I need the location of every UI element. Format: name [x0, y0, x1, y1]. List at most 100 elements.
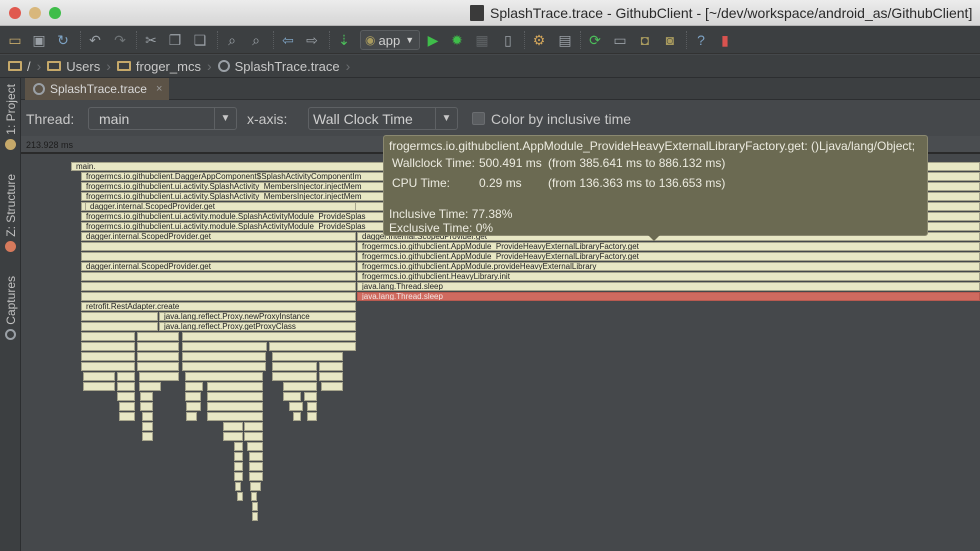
flame-frame[interactable]: frogermcs.io.githubclient.AppModule.prov… — [357, 262, 980, 271]
flame-frame[interactable] — [81, 342, 135, 351]
flame-frame[interactable] — [307, 402, 317, 411]
flame-frame[interactable] — [83, 382, 115, 391]
flame-frame[interactable] — [244, 432, 263, 441]
flame-frame[interactable] — [81, 332, 135, 341]
redo-icon[interactable]: ↷ — [110, 30, 130, 50]
make-project-icon[interactable]: ⇣ — [334, 30, 354, 50]
flame-frame[interactable] — [252, 512, 258, 521]
flame-frame[interactable]: java.lang.reflect.Proxy.newProxyInstance — [159, 312, 356, 321]
flame-frame[interactable]: dagger.internal.ScopedProvider.get — [85, 202, 356, 211]
flame-frame[interactable] — [81, 312, 158, 321]
flame-frame[interactable] — [244, 422, 263, 431]
flame-frame[interactable]: retrofit.RestAdapter.create — [81, 302, 356, 311]
flame-frame[interactable] — [142, 422, 153, 431]
sidebar-tab-structure[interactable]: Z: Structure — [0, 174, 21, 252]
flame-frame[interactable] — [137, 332, 179, 341]
flame-frame[interactable] — [269, 342, 356, 351]
flame-frame[interactable] — [234, 462, 243, 471]
xaxis-select[interactable]: Wall Clock Time ▼ — [308, 107, 458, 130]
flame-frame[interactable] — [235, 482, 241, 491]
flame-frame[interactable] — [139, 382, 161, 391]
flame-frame[interactable]: java.lang.reflect.Proxy.getProxyClass — [159, 322, 356, 331]
flame-frame[interactable] — [83, 372, 115, 381]
flame-frame[interactable] — [185, 392, 201, 401]
help-icon[interactable]: ? — [691, 30, 711, 50]
flame-frame[interactable] — [81, 292, 356, 301]
flame-frame[interactable] — [186, 412, 197, 421]
flame-frame[interactable] — [223, 422, 243, 431]
flame-frame[interactable]: dagger.internal.ScopedProvider.get — [81, 232, 356, 241]
flame-frame[interactable] — [186, 402, 201, 411]
sdk-manager-icon[interactable]: ▤ — [555, 30, 575, 50]
flame-frame[interactable] — [81, 322, 158, 331]
flame-frame[interactable] — [81, 272, 356, 281]
flame-frame[interactable] — [250, 482, 261, 491]
android-monitor-icon[interactable]: ▮ — [715, 30, 735, 50]
flame-frame[interactable] — [185, 372, 263, 381]
attach-debugger-icon[interactable]: ▯ — [498, 30, 518, 50]
flame-frame[interactable] — [283, 382, 317, 391]
back-icon[interactable]: ⇦ — [278, 30, 298, 50]
flame-frame[interactable] — [117, 372, 135, 381]
flame-frame[interactable]: frogermcs.io.githubclient.HeavyLibrary.i… — [357, 272, 980, 281]
replace-icon[interactable]: ⌕ — [246, 30, 266, 50]
tab-splashtrace[interactable]: SplashTrace.trace × — [25, 78, 169, 100]
flame-frame[interactable] — [81, 352, 135, 361]
flame-frame[interactable] — [140, 402, 153, 411]
forward-icon[interactable]: ⇨ — [302, 30, 322, 50]
flame-frame[interactable] — [252, 502, 258, 511]
color-by-inclusive-checkbox[interactable] — [472, 112, 485, 125]
sdk-android-icon[interactable]: ◘ — [635, 30, 655, 50]
flame-frame[interactable] — [321, 382, 343, 391]
flame-frame[interactable] — [289, 402, 303, 411]
flame-frame[interactable] — [182, 352, 266, 361]
coverage-icon[interactable]: ▦ — [472, 30, 492, 50]
flame-frame[interactable] — [207, 392, 263, 401]
gradle-sync-icon[interactable]: ⟳ — [585, 30, 605, 50]
flame-frame[interactable] — [319, 362, 343, 371]
save-icon[interactable]: ▣ — [29, 30, 49, 50]
sidebar-tab-captures[interactable]: Captures — [0, 276, 21, 340]
close-tab-icon[interactable]: × — [156, 83, 162, 95]
flame-frame[interactable]: frogermcs.io.githubclient.AppModule_Prov… — [357, 242, 980, 251]
flame-frame[interactable] — [223, 432, 243, 441]
flame-frame[interactable] — [234, 452, 243, 461]
flame-frame[interactable] — [304, 392, 317, 401]
flame-frame[interactable]: java.lang.Thread.sleep — [357, 282, 980, 291]
flame-frame[interactable] — [182, 332, 356, 341]
flame-frame[interactable] — [117, 382, 135, 391]
flame-frame[interactable] — [137, 342, 179, 351]
android-device-monitor-icon[interactable]: ◙ — [660, 30, 680, 50]
window-maximize-button[interactable] — [49, 7, 61, 19]
run-icon[interactable]: ▶ — [423, 30, 443, 50]
flame-frame[interactable] — [234, 442, 243, 451]
flame-frame[interactable] — [117, 392, 135, 401]
breadcrumb-item-root[interactable]: / — [8, 59, 31, 74]
flame-frame[interactable] — [272, 362, 317, 371]
window-minimize-button[interactable] — [29, 7, 41, 19]
flame-frame[interactable] — [81, 282, 356, 291]
flame-frame[interactable] — [272, 352, 343, 361]
window-close-button[interactable] — [9, 7, 21, 19]
flame-frame[interactable] — [237, 492, 243, 501]
sync-icon[interactable]: ↻ — [53, 30, 73, 50]
flame-frame[interactable] — [207, 382, 263, 391]
flame-frame[interactable] — [234, 472, 243, 481]
flame-frame[interactable] — [140, 392, 153, 401]
flame-frame[interactable] — [81, 252, 356, 261]
flame-frame[interactable] — [207, 412, 263, 421]
flame-frame[interactable] — [142, 412, 153, 421]
flame-frame[interactable] — [319, 372, 343, 381]
breadcrumb-item-user[interactable]: froger_mcs — [116, 59, 201, 74]
debug-icon[interactable]: ✹ — [447, 30, 467, 50]
flame-frame[interactable] — [249, 472, 263, 481]
sidebar-tab-project[interactable]: 1: Project — [0, 84, 21, 150]
flame-frame[interactable] — [182, 342, 267, 351]
flame-frame[interactable] — [247, 442, 263, 451]
flame-frame[interactable] — [207, 402, 263, 411]
flame-frame[interactable] — [81, 242, 356, 251]
flame-frame[interactable] — [81, 362, 135, 371]
run-config-select[interactable]: ◉ app ▼ — [360, 30, 420, 50]
flame-frame[interactable] — [119, 412, 135, 421]
flame-frame[interactable] — [251, 492, 257, 501]
